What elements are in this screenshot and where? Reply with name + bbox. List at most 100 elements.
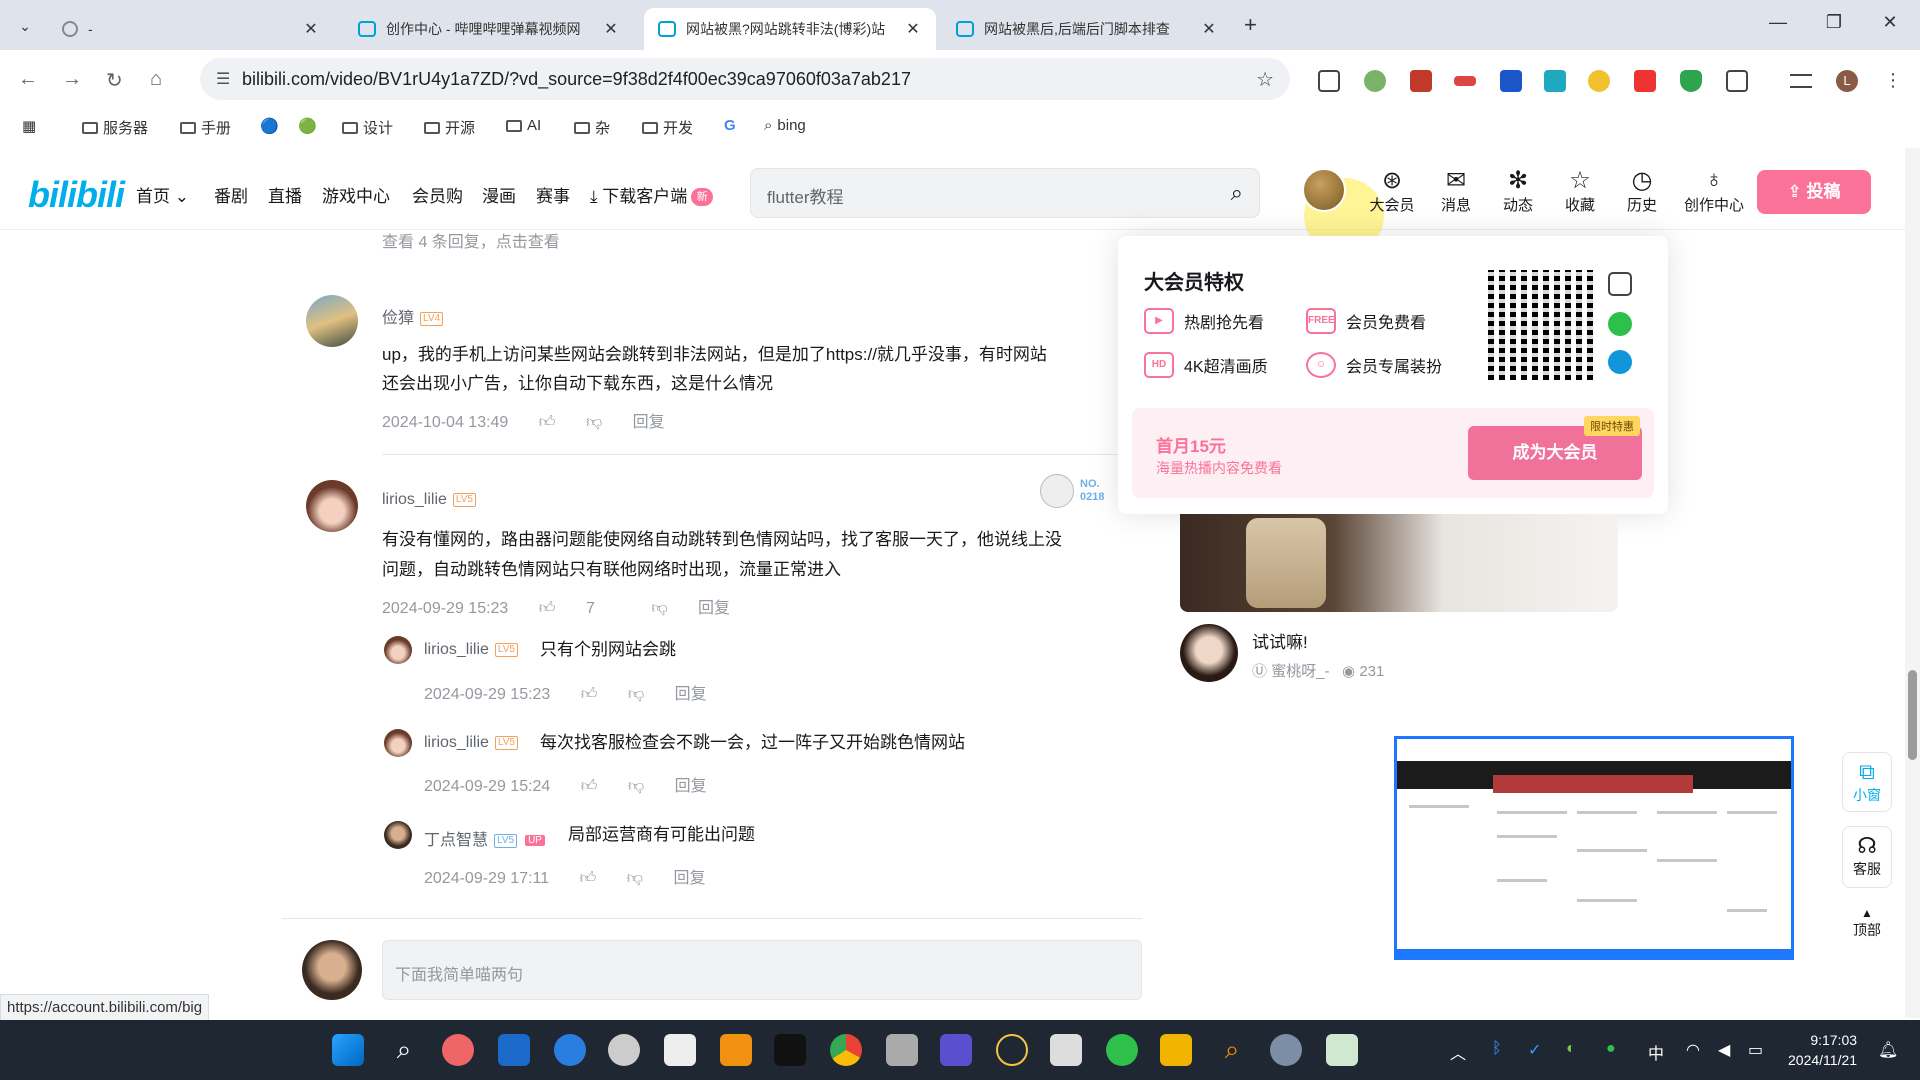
bookmark-app-icon[interactable]: 🔵 <box>260 117 279 135</box>
back-to-top-button[interactable]: ▲ 顶部 <box>1842 900 1892 946</box>
back-icon[interactable]: ← <box>18 68 38 91</box>
red-extension-icon[interactable] <box>1410 70 1432 92</box>
dislike-icon[interactable]: 👎︎ <box>651 600 667 617</box>
bookmark-folder[interactable]: 设计 <box>342 117 393 138</box>
menu-dots-icon[interactable]: ⋮ <box>1884 70 1902 92</box>
media-control-icon[interactable] <box>1790 74 1812 88</box>
alipay-icon[interactable] <box>1608 350 1632 374</box>
dislike-icon[interactable]: 👎︎ <box>628 778 644 795</box>
reply-button[interactable]: 回复 <box>673 870 705 887</box>
header-vip[interactable]: ⊛ 大会员 <box>1364 166 1420 215</box>
reply-username[interactable]: 丁点智慧 LV5 UP <box>424 826 545 850</box>
app-icon[interactable] <box>996 1034 1028 1066</box>
nav-shop[interactable]: 会员购 <box>412 182 463 207</box>
adblock-extension-icon[interactable] <box>1634 70 1656 92</box>
comment-input[interactable]: 下面我简单喵两句 <box>382 940 1142 1000</box>
dislike-icon[interactable]: 👎︎ <box>627 870 643 887</box>
bookmark-wechat-icon[interactable]: 🟢 <box>298 117 317 135</box>
address-bar[interactable]: ☰ bilibili.com/video/BV1rU4y1a7ZD/?vd_so… <box>200 58 1290 100</box>
close-window-button[interactable]: ✕ <box>1870 12 1910 33</box>
vscode-like-icon[interactable] <box>554 1034 586 1066</box>
reply-button[interactable]: 回复 <box>698 600 730 617</box>
video-thumbnail[interactable] <box>1180 514 1618 612</box>
tiktok-icon[interactable] <box>774 1034 806 1066</box>
header-messages[interactable]: ✉ 消息 <box>1428 166 1484 215</box>
bilibili-logo[interactable]: bilibili <box>28 174 125 216</box>
yellow-extension-icon[interactable] <box>1588 70 1610 92</box>
translate-extension-icon[interactable] <box>1544 70 1566 92</box>
wechat-pay-icon[interactable] <box>1608 312 1632 336</box>
ime-indicator[interactable]: 中 <box>1648 1040 1664 1064</box>
wifi-icon[interactable]: ◠ <box>1686 1040 1700 1060</box>
settings-icon[interactable] <box>1270 1034 1302 1066</box>
app-icon[interactable] <box>608 1034 640 1066</box>
nav-home[interactable]: 首页 ⌄ <box>136 182 189 207</box>
avatar[interactable] <box>384 636 412 664</box>
battery-icon[interactable]: ▭ <box>1748 1040 1763 1060</box>
upload-button[interactable]: ⇪ 投稿 <box>1757 170 1871 214</box>
nav-esports[interactable]: 赛事 <box>536 182 570 207</box>
header-history[interactable]: ◷ 历史 <box>1614 166 1670 215</box>
blue-extension-icon[interactable] <box>1500 70 1522 92</box>
reply-username[interactable]: lirios_lilie LV5 <box>424 641 518 659</box>
app-icon[interactable] <box>664 1034 696 1066</box>
search-icon[interactable]: ⌕ <box>1231 180 1243 206</box>
reply-username[interactable]: lirios_lilie LV5 <box>424 734 518 752</box>
app-tray-icon[interactable]: ◐ <box>1566 1040 1576 1058</box>
bookmark-folder[interactable]: 开源 <box>424 117 475 138</box>
bookmark-bing[interactable]: ⌕ bing <box>764 117 806 134</box>
shield-extension-icon[interactable] <box>1680 70 1702 92</box>
chevron-up-icon[interactable]: ︿ <box>1450 1040 1466 1064</box>
bluetooth-icon[interactable]: ᛒ <box>1492 1040 1502 1058</box>
site-info-icon[interactable]: ☰ <box>216 69 230 89</box>
search-box[interactable]: flutter教程 ⌕ <box>750 168 1260 218</box>
video-title[interactable]: 试试嘛! <box>1252 628 1308 653</box>
app-icon[interactable] <box>886 1034 918 1066</box>
start-icon[interactable] <box>332 1034 364 1066</box>
like-icon[interactable]: 👍︎ <box>580 870 597 887</box>
reply-button[interactable]: 回复 <box>675 686 707 703</box>
tab-active-video[interactable]: 网站被黑?网站跳转非法(博彩)站 ✕ <box>644 8 936 50</box>
close-tab-icon[interactable]: ✕ <box>302 19 320 39</box>
search-icon[interactable]: ⌕ <box>388 1034 420 1066</box>
like-button[interactable]: 👍︎ 7 <box>539 600 621 617</box>
google-bookmark-icon[interactable]: G <box>724 117 736 134</box>
save-app-icon[interactable] <box>498 1034 530 1066</box>
avatar[interactable] <box>384 821 412 849</box>
reload-icon[interactable]: ↻ <box>106 68 123 93</box>
notification-bell-icon[interactable]: 🔔︎ <box>1878 1040 1898 1060</box>
close-tab-icon[interactable]: ✕ <box>602 19 620 39</box>
bookmark-folder[interactable]: 手册 <box>180 117 231 138</box>
bookmark-folder[interactable]: 服务器 <box>82 117 148 138</box>
comment-username[interactable]: lirios_lilie LV5 <box>382 491 476 509</box>
bookmark-folder[interactable]: 杂 <box>574 117 610 138</box>
tab-creator-center[interactable]: 创作中心 - 哔哩哔哩弹幕视频网 ✕ <box>344 8 634 50</box>
system-clock[interactable]: 9:17:03 2024/11/21 <box>1788 1030 1857 1070</box>
avatar[interactable] <box>306 480 358 532</box>
like-icon[interactable]: 👍︎ <box>581 778 598 795</box>
mini-player[interactable] <box>1394 736 1794 960</box>
dislike-icon[interactable]: 👎︎ <box>628 686 644 703</box>
url-text[interactable]: bilibili.com/video/BV1rU4y1a7ZD/?vd_sour… <box>242 69 911 90</box>
volume-icon[interactable]: ◀ <box>1718 1040 1730 1060</box>
video-author[interactable]: 蜜桃呀_- <box>1271 663 1329 680</box>
app-icon[interactable] <box>1050 1034 1082 1066</box>
home-icon[interactable]: ⌂ <box>150 68 162 91</box>
app-tray-icon[interactable]: ✓ <box>1528 1040 1541 1060</box>
app-icon[interactable] <box>940 1034 972 1066</box>
extensions-puzzle-icon[interactable] <box>1726 70 1748 92</box>
close-tab-icon[interactable]: ✕ <box>904 19 922 39</box>
chrome-icon[interactable] <box>830 1034 862 1066</box>
nav-bangumi[interactable]: 番剧 <box>214 182 248 207</box>
scrollbar-thumb[interactable] <box>1908 670 1917 760</box>
tab-blank[interactable]: - ✕ <box>48 8 334 50</box>
nav-live[interactable]: 直播 <box>268 182 302 207</box>
header-dynamics[interactable]: ✻ 动态 <box>1490 166 1546 215</box>
bookmark-folder[interactable]: AI <box>506 117 541 134</box>
avatar[interactable] <box>306 295 358 347</box>
search-tool-icon[interactable]: ⌕ <box>1216 1034 1248 1066</box>
close-tab-icon[interactable]: ✕ <box>1200 19 1218 39</box>
mini-window-button[interactable]: ⧉ 小窗 <box>1842 752 1892 812</box>
qr-extension-icon[interactable] <box>1318 70 1340 92</box>
view-replies-link[interactable]: 查看 4 条回复，点击查看 <box>382 228 560 252</box>
